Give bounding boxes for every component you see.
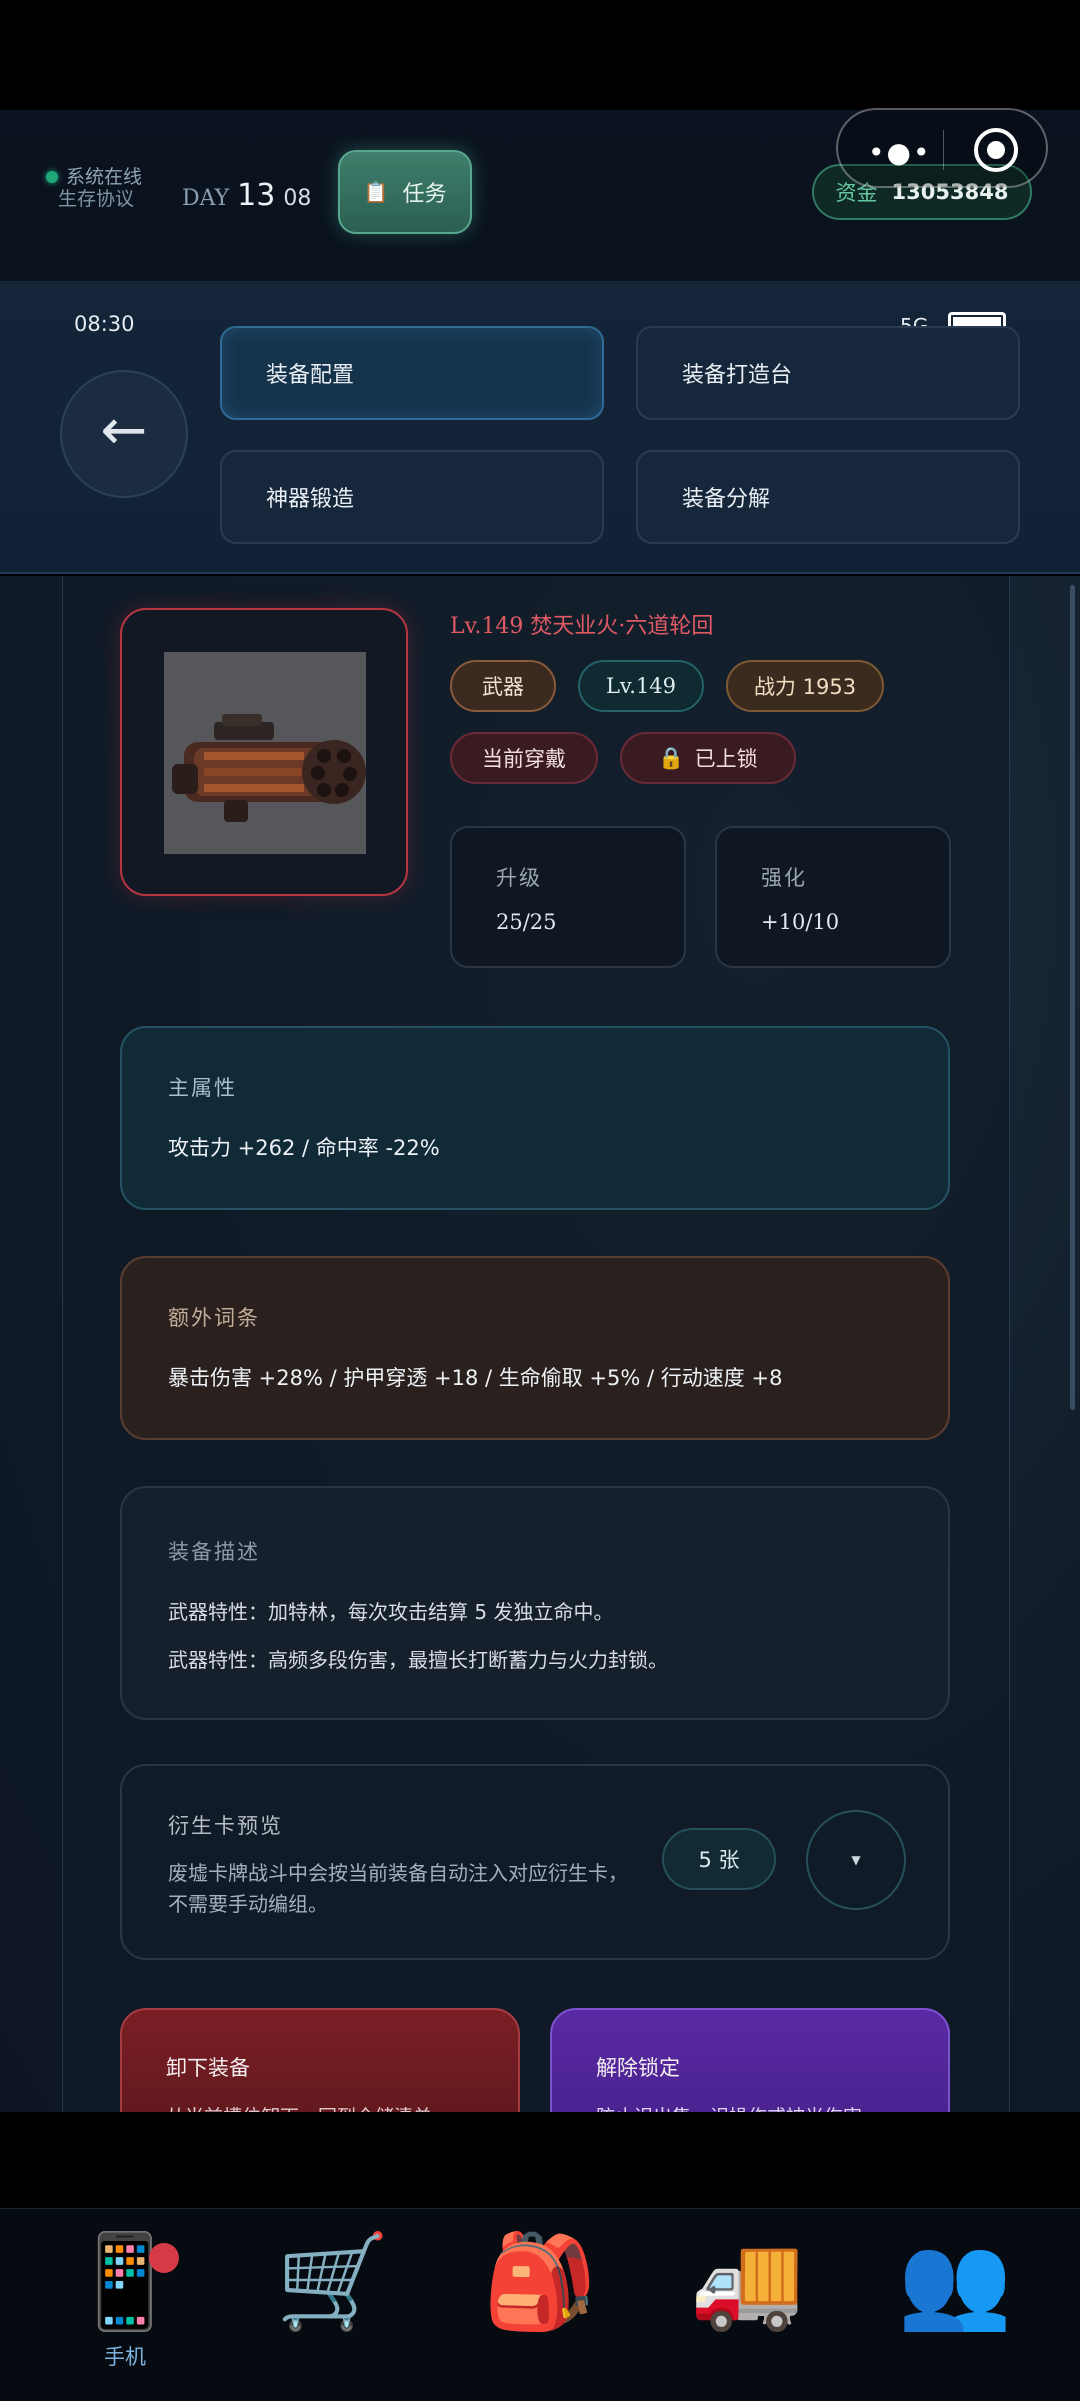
locked-tag: 🔒 已上锁 — [620, 732, 796, 784]
main-attribute-title: 主属性 — [168, 1076, 237, 1100]
extra-affix-title: 额外词条 — [168, 1306, 260, 1330]
unlock-subtitle: 防止误出售、误操作或被光伤害 — [596, 2102, 862, 2112]
backpack-icon: 🎒 — [482, 2228, 598, 2335]
description-line: 武器特性：加特林，每次攻击结算 5 发独立命中。 — [168, 1600, 614, 1624]
status-time: 08:30 — [74, 312, 135, 336]
nav-equipment-config[interactable]: 装备配置 — [220, 326, 604, 420]
unequip-button[interactable]: 卸下装备 从当前槽位卸下，回到仓储清单 — [120, 2008, 520, 2112]
truck-icon: 🚚 — [689, 2228, 805, 2335]
nav-equipment-forge[interactable]: 装备打造台 — [636, 326, 1020, 420]
tab-phone[interactable]: 📱 手机 — [55, 2227, 195, 2387]
tab-backpack[interactable]: 🎒 — [470, 2227, 610, 2387]
gatling-gun-image — [164, 652, 366, 854]
unequip-subtitle: 从当前槽位卸下，回到仓储清单 — [166, 2102, 432, 2112]
item-name: Lv.149 焚天业火·六道轮回 — [450, 614, 714, 639]
caret-down-icon: ▼ — [851, 1853, 861, 1867]
people-icon: 👥 — [897, 2228, 1013, 2335]
task-button-label: 任务 — [402, 182, 447, 207]
equipment-nav-panel: 08:30 5G ← 装备配置 装备打造台 神器锻造 装备分解 — [0, 282, 1080, 574]
system-status-text: 系统在线 — [66, 166, 143, 188]
derivative-card-preview-panel: 衍生卡预览 废墟卡牌战斗中会按当前装备自动注入对应衍生卡，不需要手动编组。 5 … — [120, 1764, 950, 1960]
description-panel: 装备描述 武器特性：加特林，每次攻击结算 5 发独立命中。 武器特性：高频多段伤… — [120, 1486, 950, 1720]
back-button[interactable]: ← — [60, 370, 188, 498]
derivative-card-count: 5 张 — [662, 1828, 776, 1890]
description-title: 装备描述 — [168, 1540, 260, 1564]
miniprogram-capsule: •●• — [836, 108, 1048, 188]
level-tag: Lv.149 — [578, 660, 704, 712]
system-status: 系统在线 生存协议 — [46, 166, 196, 210]
equipped-tag: 当前穿戴 — [450, 732, 598, 784]
locked-label: 已上锁 — [694, 747, 758, 771]
expand-toggle-button[interactable]: ▼ — [806, 1810, 906, 1910]
unlock-button[interactable]: 解除锁定 防止误出售、误操作或被光伤害 — [550, 2008, 950, 2112]
clipboard-icon: 📋 — [363, 180, 389, 204]
derivative-title: 衍生卡预览 — [168, 1814, 283, 1838]
bottom-spacer — [0, 2112, 1080, 2208]
task-button[interactable]: 📋 任务 — [338, 150, 472, 234]
online-dot-icon — [46, 171, 58, 183]
main-attribute-panel: 主属性 攻击力 +262 / 命中率 -22% — [120, 1026, 950, 1210]
nav-label: 神器锻造 — [266, 487, 355, 512]
top-blank-area — [0, 0, 1080, 110]
bottom-tab-bar: 📱 手机 🛒 🎒 🚚 👥 — [0, 2208, 1080, 2401]
shopping-cart-icon: 🛒 — [275, 2228, 391, 2335]
unequip-title: 卸下装备 — [166, 2056, 250, 2080]
day-hour: 08 — [283, 186, 312, 211]
day-number: 13 — [237, 178, 276, 213]
enhance-stat: 强化 +10/10 — [715, 826, 951, 968]
day-counter: DAY 13 08 — [182, 178, 311, 213]
nav-label: 装备分解 — [682, 487, 771, 512]
derivative-note: 废墟卡牌战斗中会按当前装备自动注入对应衍生卡，不需要手动编组。 — [168, 1861, 628, 1916]
equipment-detail-scroll[interactable]: Lv.149 焚天业火·六道轮回 武器 Lv.149 战力 1953 当前穿戴 … — [0, 576, 1080, 2112]
more-options-icon[interactable]: •●• — [868, 136, 931, 169]
tab-label: 手机 — [104, 2345, 146, 2369]
capsule-divider — [943, 130, 944, 170]
tab-truck[interactable]: 🚚 — [677, 2227, 817, 2387]
arrow-left-icon: ← — [100, 397, 148, 463]
upgrade-value: 25/25 — [496, 910, 557, 934]
extra-affix-text: 暴击伤害 +28% / 护甲穿透 +18 / 生命偷取 +5% / 行动速度 +… — [168, 1366, 783, 1390]
type-tag: 武器 — [450, 660, 556, 712]
extra-affix-panel: 额外词条 暴击伤害 +28% / 护甲穿透 +18 / 生命偷取 +5% / 行… — [120, 1256, 950, 1440]
enhance-value: +10/10 — [761, 910, 840, 934]
tab-social[interactable]: 👥 — [885, 2227, 1025, 2387]
close-miniprogram-icon[interactable] — [974, 128, 1018, 172]
tab-shop[interactable]: 🛒 — [263, 2227, 403, 2387]
notification-badge — [149, 2243, 179, 2273]
nav-label: 装备配置 — [266, 363, 355, 388]
description-line: 武器特性：高频多段伤害，最擅长打断蓄力与火力封锁。 — [168, 1648, 668, 1672]
upgrade-stat: 升级 25/25 — [450, 826, 686, 968]
day-label: DAY — [182, 186, 230, 211]
nav-equipment-dismantle[interactable]: 装备分解 — [636, 450, 1020, 544]
item-icon-frame — [120, 608, 408, 896]
scrollbar[interactable] — [1070, 585, 1075, 1410]
power-tag: 战力 1953 — [726, 660, 884, 712]
lock-icon: 🔒 — [658, 745, 685, 770]
nav-label: 装备打造台 — [682, 363, 793, 388]
main-attribute-text: 攻击力 +262 / 命中率 -22% — [168, 1136, 440, 1160]
upgrade-label: 升级 — [496, 866, 542, 890]
unlock-title: 解除锁定 — [596, 2056, 680, 2080]
nav-artifact-forging[interactable]: 神器锻造 — [220, 450, 604, 544]
protocol-text: 生存协议 — [58, 188, 135, 210]
enhance-label: 强化 — [761, 866, 807, 890]
